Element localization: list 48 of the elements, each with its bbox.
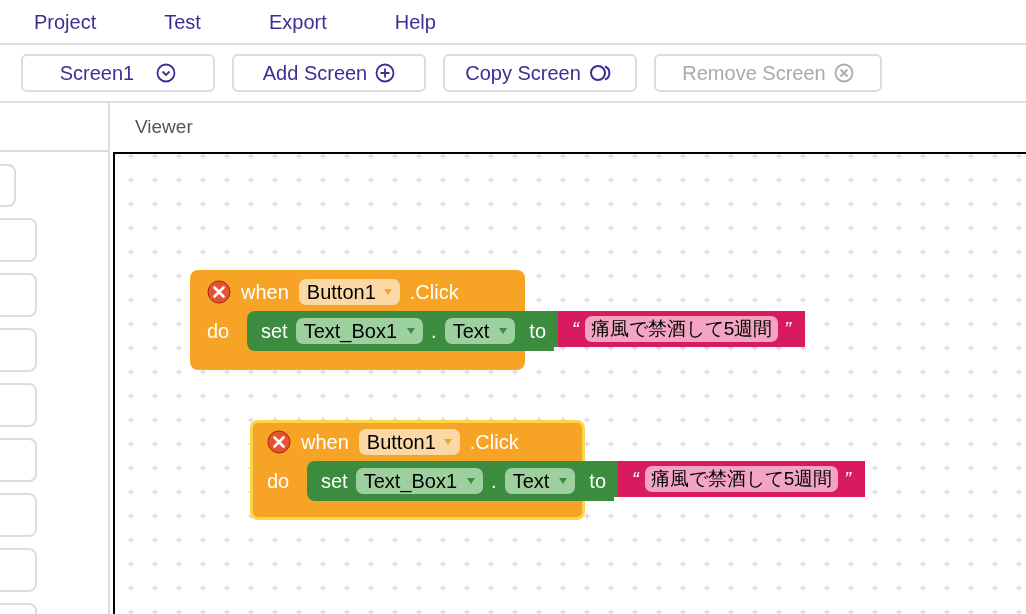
component-dropdown[interactable]: Text_Box1 (355, 468, 484, 494)
caret-icon (407, 328, 416, 334)
menu-item[interactable]: Test (164, 6, 201, 37)
text-block[interactable]: “ 痛風で禁酒して5週間 ” (614, 461, 865, 497)
workspace-canvas[interactable]: when Button1 .Click do set Text_Box1 . Text to “ 痛風で禁酒して5週間 ” when Button1 .Click do set Text_Box1 . Text to “ 痛風で禁酒して5週間 ” (113, 152, 1026, 614)
component-dropdown[interactable]: Button1 (298, 279, 400, 305)
dot-separator: . (431, 319, 437, 344)
plus-circle-icon (375, 63, 396, 83)
close-quote: ” (844, 467, 851, 492)
error-icon[interactable] (267, 430, 291, 454)
caret-icon (383, 289, 392, 295)
set-keyword: set (321, 469, 348, 494)
caret-icon (467, 478, 476, 484)
caret-icon (559, 478, 568, 484)
property-dropdown[interactable]: Text (444, 318, 516, 344)
text-block[interactable]: “ 痛風で禁酒して5週間 ” (554, 311, 805, 347)
do-keyword: do (267, 469, 291, 494)
viewer-title: Viewer (135, 115, 193, 140)
close-quote: ” (784, 317, 791, 342)
set-block[interactable]: set Text_Box1 . Text to (307, 461, 614, 501)
when-keyword: when (301, 430, 349, 455)
to-keyword: to (589, 469, 606, 494)
set-block[interactable]: set Text_Box1 . Text to (247, 311, 554, 351)
text-value-field[interactable]: 痛風で禁酒して5週間 (584, 316, 779, 342)
toolbar-button[interactable]: Copy Screen (443, 54, 637, 92)
caret-icon (499, 328, 508, 334)
when-keyword: when (241, 280, 289, 305)
to-keyword: to (529, 319, 546, 344)
error-icon[interactable] (207, 280, 231, 304)
component-dropdown[interactable]: Button1 (358, 429, 460, 455)
menu-item[interactable]: Export (268, 6, 327, 37)
do-keyword: do (207, 319, 231, 344)
component-dropdown[interactable]: Text_Box1 (295, 318, 424, 344)
close-circle-icon (833, 63, 854, 83)
menu-item[interactable]: Project (34, 6, 97, 37)
event-name: .Click (469, 430, 519, 455)
open-quote: “ (632, 467, 639, 492)
toolbar-button[interactable]: Add Screen (232, 54, 426, 92)
text-value-field[interactable]: 痛風で禁酒して5週間 (644, 466, 839, 492)
chevron-down-circle-icon (156, 63, 177, 83)
property-dropdown[interactable]: Text (504, 468, 576, 494)
open-quote: “ (572, 317, 579, 342)
dot-separator: . (491, 469, 497, 494)
event-name: .Click (409, 280, 459, 305)
menu-item[interactable]: Help (394, 6, 436, 37)
screen-dropdown[interactable]: Screen1 (21, 54, 215, 92)
caret-icon (443, 439, 452, 445)
set-keyword: set (261, 319, 288, 344)
